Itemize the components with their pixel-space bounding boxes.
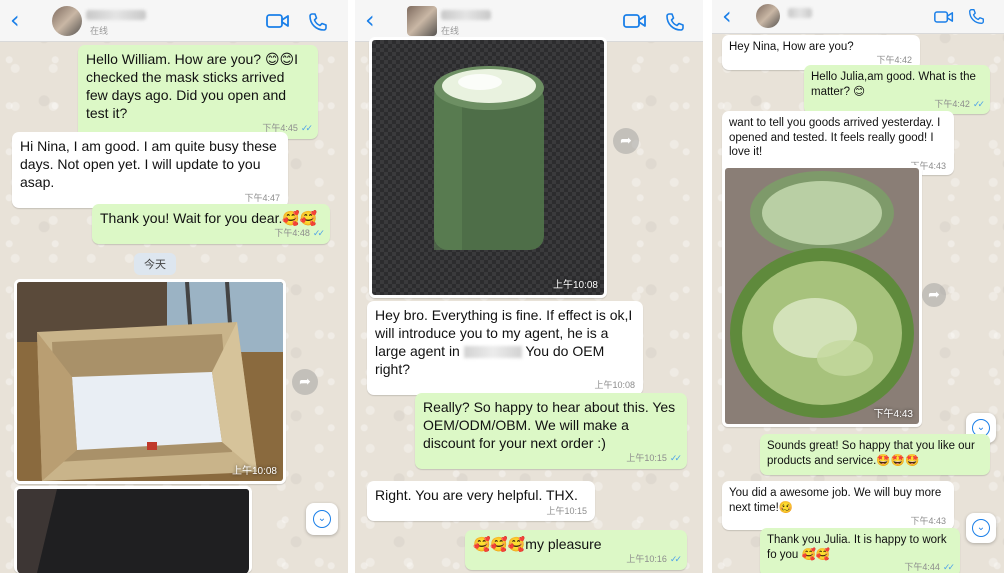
chat-panel-2: ‹ 在线 上午10:08 ➦ Hey bro. Everything is fi… (355, 0, 703, 573)
chat-header: ‹ 在线 (0, 0, 348, 42)
phone-call-icon[interactable] (968, 8, 985, 25)
read-ticks-icon: ✓✓ (312, 229, 325, 240)
photo-message-partial[interactable] (14, 486, 252, 573)
video-call-icon[interactable] (934, 9, 954, 25)
back-chevron-icon[interactable]: ‹ (365, 8, 375, 32)
chat-panel-3: ‹ Hey Nina, How are you? 下午4:42 Hello Ju… (712, 0, 1004, 573)
message-outgoing[interactable]: Hello Julia,am good. What is the matter?… (804, 65, 990, 115)
scroll-down-button[interactable]: ⌄ (306, 503, 338, 535)
forward-icon[interactable]: ➦ (292, 369, 318, 395)
avatar[interactable] (407, 6, 437, 36)
message-time: 上午10:15 ✓✓ (626, 453, 682, 465)
message-time: 下午4:47 (244, 193, 280, 204)
dark-photo (17, 489, 249, 573)
message-text: Really? So happy to hear about this. Yes… (423, 399, 676, 451)
photo-time: 上午10:08 (552, 280, 598, 291)
message-outgoing[interactable]: Really? So happy to hear about this. Yes… (415, 393, 687, 469)
video-call-icon[interactable] (266, 12, 290, 30)
message-outgoing[interactable]: Thank you Julia. It is happy to work fo … (760, 528, 960, 573)
message-text: Hey Nina, How are you? (729, 41, 854, 53)
photo-message-box[interactable]: 上午10:08 (14, 279, 286, 484)
message-outgoing[interactable]: Hello William. How are you? 😊😊I checked … (78, 45, 318, 139)
message-incoming[interactable]: Right. You are very helpful. THX. 上午10:1… (367, 481, 595, 521)
contact-status: 在线 (90, 26, 109, 36)
message-time: 上午10:15 (546, 506, 587, 517)
message-outgoing[interactable]: Sounds great! So happy that you like our… (760, 434, 990, 476)
chat-header: ‹ 在线 (355, 0, 703, 42)
photo-message-gel-jar[interactable]: 下午4:43 (722, 165, 922, 427)
read-ticks-icon: ✓✓ (669, 555, 682, 566)
cardboard-box-photo (17, 282, 283, 481)
contact-name-blurred (441, 10, 491, 20)
message-text: Hello William. How are you? 😊😊I checked … (86, 51, 299, 121)
contact-name-blurred (788, 8, 812, 18)
message-outgoing[interactable]: Thank you! Wait for you dear.🥰🥰 下午4:48 ✓✓ (92, 204, 330, 244)
scroll-down-button[interactable]: ⌄ (966, 513, 996, 543)
phone-call-icon[interactable] (665, 12, 685, 32)
message-text: You did a awesome job. We will buy more … (729, 487, 942, 514)
message-text: 🥰🥰🥰my pleasure (473, 536, 602, 552)
message-text: Hello Julia,am good. What is the matter?… (811, 71, 976, 98)
message-outgoing[interactable]: 🥰🥰🥰my pleasure 上午10:16 ✓✓ (465, 530, 687, 570)
message-time: 下午4:44 ✓✓ (904, 561, 955, 573)
message-text: want to tell you goods arrived yesterday… (729, 117, 941, 159)
message-incoming[interactable]: You did a awesome job. We will buy more … (722, 481, 954, 531)
read-ticks-icon: ✓✓ (669, 454, 682, 465)
chat-panel-1: ‹ 在线 Hello William. How are you? 😊😊I che… (0, 0, 348, 573)
photo-time: 上午10:08 (231, 466, 277, 477)
video-call-icon[interactable] (623, 12, 647, 30)
read-ticks-icon: ✓✓ (300, 124, 313, 135)
message-text: Right. You are very helpful. THX. (375, 487, 578, 503)
message-time: 下午4:48 ✓✓ (274, 228, 325, 240)
message-text: Sounds great! So happy that you like our… (767, 440, 975, 467)
message-text: Thank you Julia. It is happy to work fo … (767, 534, 947, 561)
avatar[interactable] (756, 4, 780, 28)
message-text: Hi Nina, I am good. I am quite busy thes… (20, 138, 277, 190)
message-time: 上午10:16 ✓✓ (626, 554, 682, 566)
contact-name-blurred (86, 10, 146, 20)
phone-call-icon[interactable] (308, 12, 328, 32)
chevron-down-icon: ⌄ (972, 519, 990, 537)
redacted-text (463, 346, 522, 359)
message-incoming[interactable]: Hi Nina, I am good. I am quite busy thes… (12, 132, 288, 208)
message-text: Thank you! Wait for you dear.🥰🥰 (100, 210, 318, 226)
photo-time: 下午4:43 (873, 409, 913, 420)
back-chevron-icon[interactable]: ‹ (10, 8, 20, 32)
photo-message-mask-stick[interactable]: 上午10:08 (369, 37, 607, 298)
day-divider: 今天 (134, 253, 176, 275)
read-ticks-icon: ✓✓ (942, 562, 955, 573)
forward-icon[interactable]: ➦ (613, 128, 639, 154)
contact-status: 在线 (441, 26, 460, 36)
avatar[interactable] (52, 6, 82, 36)
green-gel-jar-photo (725, 168, 919, 424)
message-time: 下午4:43 (910, 515, 946, 526)
read-ticks-icon: ✓✓ (972, 99, 985, 110)
forward-icon[interactable]: ➦ (922, 283, 946, 307)
message-incoming[interactable]: Hey bro. Everything is fine. If effect i… (367, 301, 643, 395)
chevron-down-icon: ⌄ (313, 510, 331, 528)
chat-header: ‹ (712, 0, 1004, 34)
message-time: 上午10:08 (594, 380, 635, 391)
back-chevron-icon[interactable]: ‹ (722, 4, 732, 28)
message-time: 下午4:42 ✓✓ (934, 98, 985, 110)
green-mask-stick-photo (372, 40, 604, 295)
